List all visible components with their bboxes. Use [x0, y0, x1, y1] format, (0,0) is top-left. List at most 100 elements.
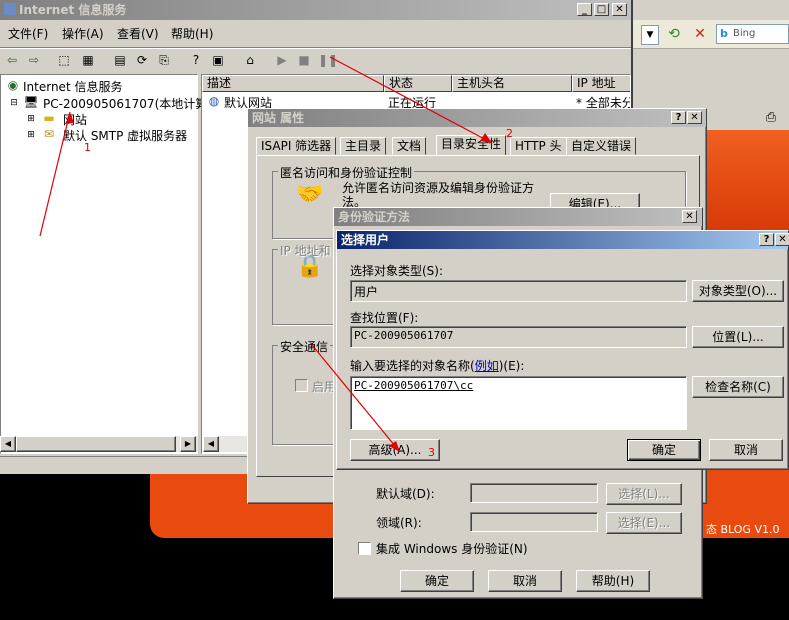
tab-documents[interactable]: 文档 — [392, 137, 427, 155]
annotation-label-2: 2 — [506, 127, 513, 140]
minimize-button[interactable]: _ — [577, 3, 592, 16]
expand-icon[interactable]: ⊞ — [23, 111, 39, 127]
stop-service-icon[interactable]: ■ — [296, 52, 312, 68]
enable-checkbox[interactable] — [295, 379, 308, 392]
bing-icon: b — [720, 27, 728, 40]
column-status[interactable]: 状态 — [384, 75, 452, 92]
annotation-label-3: 3 — [428, 446, 435, 459]
expand-icon[interactable]: ⊞ — [23, 127, 39, 143]
integrated-windows-checkbox[interactable] — [358, 542, 371, 555]
auth-help-button[interactable]: 帮助(H) — [576, 570, 650, 592]
scroll-thumb[interactable] — [16, 436, 176, 452]
pause-icon[interactable]: ❚❚ — [318, 52, 338, 68]
collapse-icon[interactable]: ⊟ — [6, 95, 22, 111]
stop-icon[interactable]: ✕ — [690, 25, 710, 43]
location-label: 查找位置(F): — [350, 311, 419, 325]
blog-title-text: 态 BLOG V1.0 — [706, 523, 780, 536]
select-user-titlebar: 选择用户 — [337, 231, 788, 249]
show-tree-icon[interactable]: ▦ — [80, 52, 96, 68]
auth-close-button[interactable]: ✕ — [682, 210, 697, 223]
tab-http-headers[interactable]: HTTP 头 — [510, 137, 567, 155]
lock-icon: 🔒 — [296, 254, 324, 279]
server-icon: 🖥 — [23, 95, 39, 109]
tab-custom-errors[interactable]: 自定义错误 — [566, 137, 637, 155]
website-globe-icon: ◍ — [208, 94, 220, 108]
refresh-list-icon[interactable]: ⟳ — [134, 52, 150, 68]
object-type-field: 用户 — [350, 280, 687, 302]
secure-comm-group-label: 安全通信 — [278, 338, 331, 355]
advanced-button[interactable]: 高级(A)... — [350, 439, 440, 461]
default-domain-label: 默认域(D): — [376, 487, 435, 501]
auth-ok-button[interactable]: 确定 — [400, 570, 474, 592]
folder-icon: ▬ — [43, 111, 55, 125]
menu-bar: 文件(F) 操作(A) 查看(V) 帮助(H) — [0, 24, 631, 44]
iis-titlebar: Internet 信息服务 — [0, 0, 631, 20]
select-user-close-button[interactable]: ✕ — [775, 233, 789, 246]
menu-action[interactable]: 操作(A) — [62, 24, 104, 44]
site-close-button[interactable]: ✕ — [687, 111, 702, 124]
close-button[interactable]: ✕ — [612, 3, 627, 16]
properties-icon[interactable]: ▤ — [112, 52, 128, 68]
tab-directory-security[interactable]: 目录安全性 — [436, 135, 507, 156]
column-host-header[interactable]: 主机头名 — [452, 75, 572, 92]
tab-isapi[interactable]: ISAPI 筛选器 — [256, 137, 337, 155]
realm-label: 领域(R): — [376, 516, 422, 530]
select-realm-button[interactable]: 选择(E)... — [606, 512, 682, 534]
column-description[interactable]: 描述 — [202, 75, 384, 92]
print-icon[interactable]: ⎙ — [762, 110, 780, 125]
auth-cancel-button[interactable]: 取消 — [488, 570, 562, 592]
tree-computer[interactable]: PC-200905061707(本地计算机 — [43, 95, 219, 112]
object-name-input[interactable]: PC-200905061707\cc — [350, 376, 687, 430]
check-names-button[interactable]: 检查名称(C) — [692, 376, 784, 398]
back-icon[interactable]: ⇦ — [4, 52, 20, 68]
toolbar: ⇦ ⇨ ⬚ ▦ ▤ ⟳ ⎘ ? ▣ ⌂ ▶ ■ ❚❚ — [0, 47, 631, 72]
scroll-left-button[interactable]: ◀ — [0, 436, 16, 452]
refresh-icon[interactable]: ⟲ — [664, 25, 684, 43]
browser-search-box[interactable]: b Bing — [716, 24, 789, 44]
menu-help[interactable]: 帮助(H) — [171, 24, 213, 44]
integrated-windows-label: 集成 Windows 身份验证(N) — [376, 542, 528, 556]
object-types-button[interactable]: 对象类型(O)... — [692, 280, 784, 302]
computer-icon[interactable]: ⌂ — [242, 52, 258, 68]
dropdown-arrow-icon[interactable]: ▼ — [641, 25, 659, 45]
play-icon[interactable]: ▶ — [274, 52, 290, 68]
object-type-label: 选择对象类型(S): — [350, 264, 444, 278]
tree-website[interactable]: 网站 — [63, 111, 87, 128]
forward-icon[interactable]: ⇨ — [26, 52, 42, 68]
tree-hscrollbar[interactable]: ◀ ▶ — [0, 436, 198, 452]
object-name-label-end: (E): — [503, 359, 525, 373]
example-link[interactable]: 例如 — [475, 359, 499, 373]
iis-root-icon: ◉ — [7, 78, 19, 92]
page-banner-orange — [700, 130, 789, 230]
menu-file[interactable]: 文件(F) — [8, 24, 48, 44]
maximize-button[interactable]: □ — [594, 3, 609, 16]
column-ip[interactable]: IP 地址 — [572, 75, 630, 92]
tree-root[interactable]: Internet 信息服务 — [23, 78, 122, 95]
object-name-label-text: 输入要选择的对象名称 — [350, 359, 471, 373]
select-domain-button[interactable]: 选择(L)... — [606, 483, 682, 505]
export-icon[interactable]: ⎘ — [156, 52, 172, 68]
location-field: PC-200905061707 — [350, 326, 687, 348]
tab-home-directory[interactable]: 主目录 — [340, 137, 387, 155]
help-icon[interactable]: ? — [188, 52, 204, 68]
menu-view[interactable]: 查看(V) — [117, 24, 159, 44]
default-domain-field[interactable] — [470, 483, 598, 503]
up-folder-icon[interactable]: ⬚ — [56, 52, 72, 68]
realm-field[interactable] — [470, 512, 598, 532]
locations-button[interactable]: 位置(L)... — [692, 326, 784, 348]
handshake-icon: 🤝 — [296, 182, 324, 207]
console-icon[interactable]: ▣ — [210, 52, 226, 68]
scroll-right-button[interactable]: ▶ — [180, 436, 196, 452]
tab-strip: ISAPI 筛选器 主目录 文档 目录安全性 HTTP 头 自定义错误 — [256, 135, 696, 156]
scroll-left-button[interactable]: ◀ — [203, 436, 219, 452]
search-placeholder: Bing — [733, 28, 756, 39]
select-user-cancel-button[interactable]: 取消 — [709, 439, 783, 461]
select-user-ok-button[interactable]: 确定 — [627, 439, 701, 461]
table-row[interactable]: ◍ 默认网站 正在运行 * 全部未分 — [202, 93, 630, 110]
iis-app-icon — [4, 3, 16, 15]
site-help-button[interactable]: ? — [671, 111, 686, 124]
tree-smtp[interactable]: 默认 SMTP 虚拟服务器 — [63, 127, 187, 144]
select-user-help-button[interactable]: ? — [759, 233, 774, 246]
list-hscrollbar[interactable]: ◀ — [203, 436, 253, 452]
smtp-icon: ✉ — [43, 127, 55, 141]
